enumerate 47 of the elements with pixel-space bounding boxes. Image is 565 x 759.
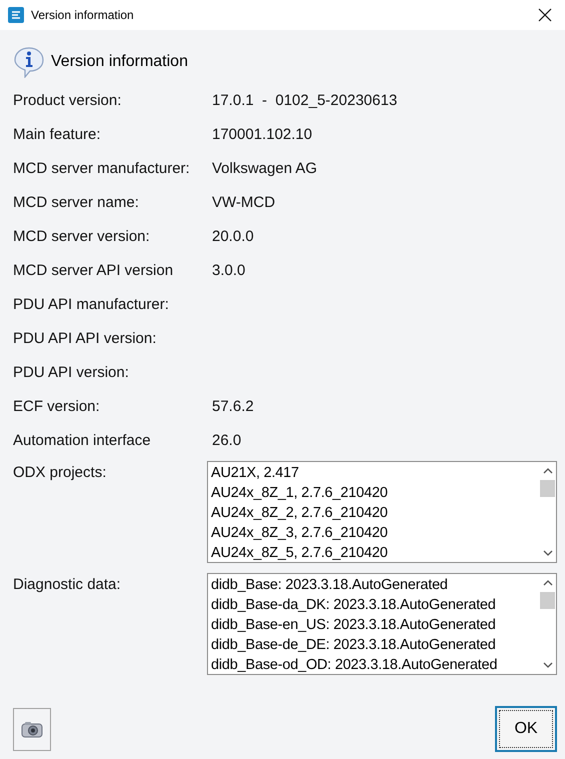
field-label: PDU API manufacturer: (13, 296, 170, 312)
field-value: VW-MCD (212, 194, 276, 210)
scroll-down-icon[interactable] (542, 549, 552, 557)
field-value: 26.0 (212, 432, 242, 448)
list-item[interactable]: didb_Base: 2023.3.18.AutoGenerated (211, 575, 536, 595)
field-label: Automation interface (13, 432, 152, 448)
field-label: MCD server API version (13, 262, 174, 278)
field-value: 17.0.1 - 0102_5-20230613 (212, 92, 398, 108)
field-label: Main feature: (13, 126, 102, 142)
field-label: MCD server version: (13, 228, 151, 244)
scroll-thumb[interactable] (540, 480, 555, 497)
field-value: 3.0.0 (212, 262, 246, 278)
field-value: 57.6.2 (212, 398, 254, 414)
window-title: Version information (31, 8, 135, 22)
list-item[interactable]: didb_Base-da_DK: 2023.3.18.AutoGenerated (211, 595, 536, 615)
field-label: PDU API API version: (13, 330, 158, 346)
dialog-heading: Version information (51, 53, 188, 71)
list-item[interactable]: didb_Base-en_US: 2023.3.18.AutoGenerated (211, 615, 536, 635)
info-icon (13, 46, 45, 78)
field-label: PDU API version: (13, 364, 130, 380)
camera-icon[interactable] (21, 720, 43, 738)
list-item[interactable]: AU24x_8Z_1, 2.7.6_210420 (211, 483, 536, 503)
ok-button[interactable]: OK (495, 706, 557, 752)
list-label: Diagnostic data: (13, 575, 122, 593)
field-label: MCD server manufacturer: (13, 160, 191, 176)
list-box[interactable]: didb_Base: 2023.3.18.AutoGenerated didb_Base-da_DK: 2023.3.18.AutoGenerated didb_Base-en_US: 2023.3.18.AutoGenerated didb_Base-de_DE: 2023.3.18.AutoGenerated didb_Base-od_OD: 2023.3.18.AutoGenerated (207, 573, 557, 675)
field-label: MCD server name: (13, 194, 140, 210)
list-item[interactable]: AU24x_8Z_2, 2.7.6_210420 (211, 503, 536, 523)
field-label: Product version: (13, 92, 122, 108)
list-item[interactable]: didb_Base-od_OD: 2023.3.18.AutoGenerated (211, 655, 536, 674)
list-label: ODX projects: (13, 463, 108, 481)
field-value: 20.0.0 (212, 228, 254, 244)
list-box[interactable]: AU21X, 2.417 AU24x_8Z_1, 2.7.6_210420 AU24x_8Z_2, 2.7.6_210420 AU24x_8Z_3, 2.7.6_210420 AU24x_8Z_5, 2.7.6_210420 (207, 461, 557, 563)
app-icon (8, 7, 24, 23)
field-value: 170001.102.10 (212, 126, 312, 142)
list-item[interactable]: AU24x_8Z_5, 2.7.6_210420 (211, 543, 536, 562)
camera-button[interactable] (13, 708, 51, 750)
field-value: Volkswagen AG (212, 160, 318, 176)
scroll-thumb[interactable] (540, 592, 555, 609)
list-item[interactable]: didb_Base-de_DE: 2023.3.18.AutoGenerated (211, 635, 536, 655)
list-item[interactable]: AU24x_8Z_3, 2.7.6_210420 (211, 523, 536, 543)
field-label: ECF version: (13, 398, 101, 414)
list-item[interactable]: AU21X, 2.417 (211, 463, 536, 483)
scroll-up-icon[interactable] (542, 579, 552, 587)
scroll-down-icon[interactable] (542, 661, 552, 669)
close-icon[interactable] (538, 8, 552, 22)
scroll-up-icon[interactable] (542, 467, 552, 475)
